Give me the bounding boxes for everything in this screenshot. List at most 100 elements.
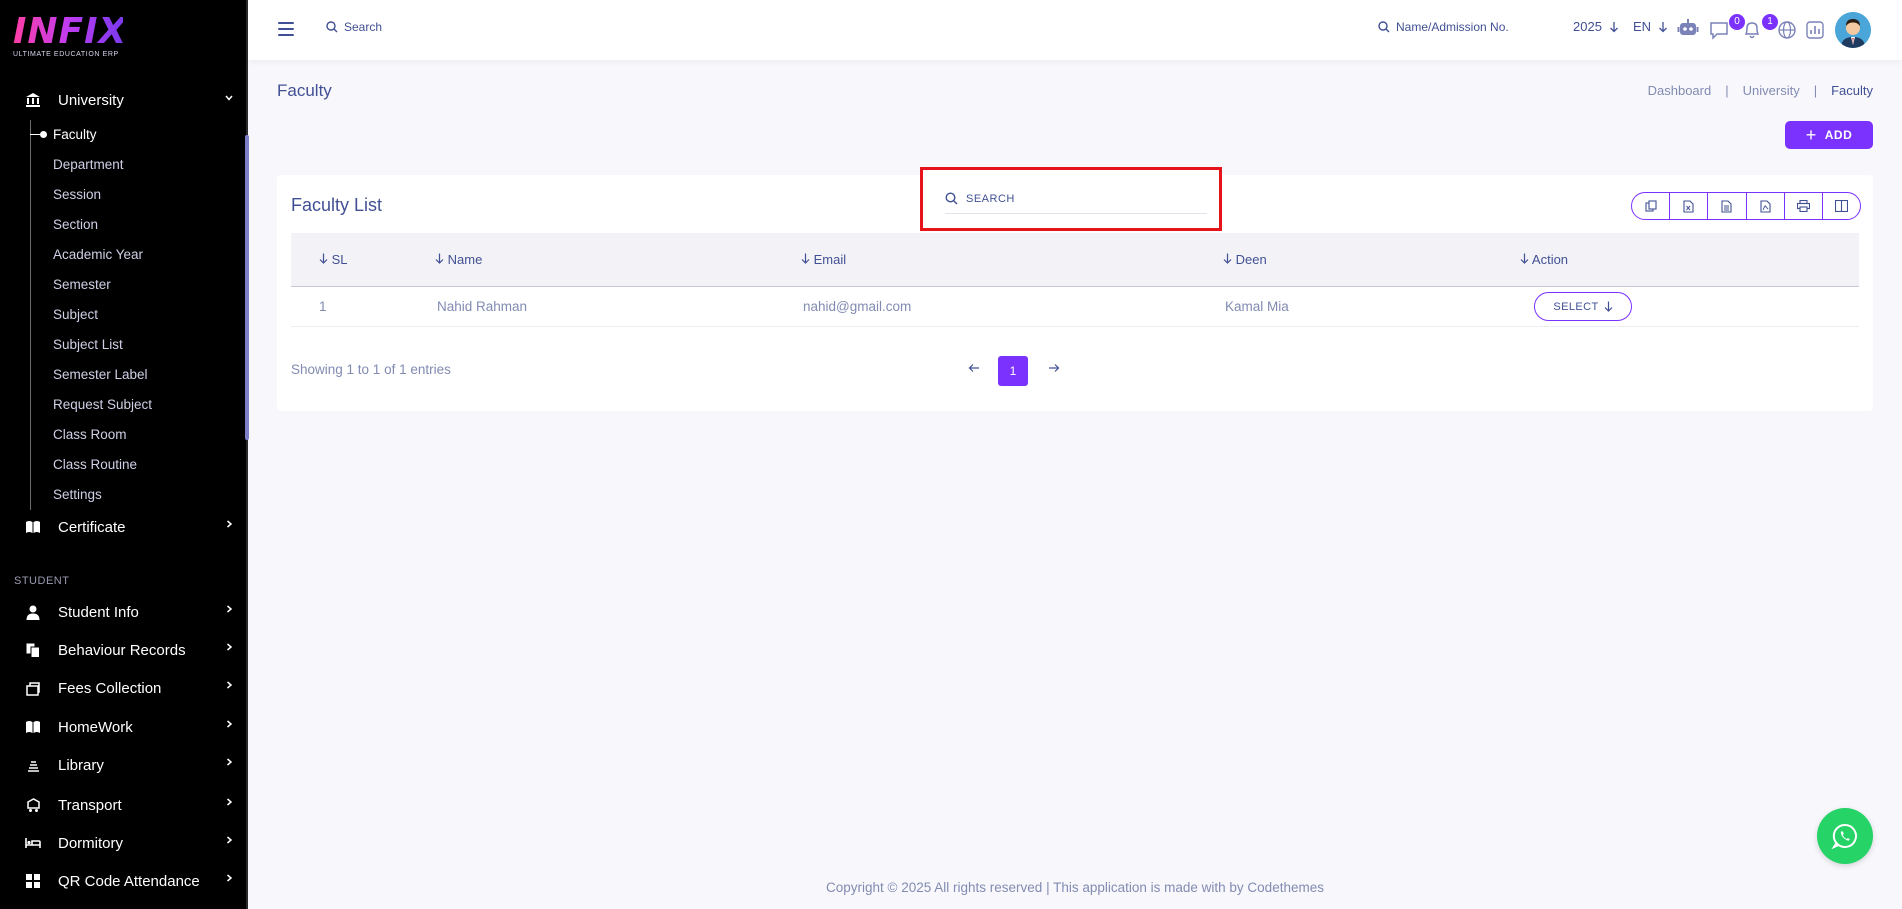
search-icon (326, 21, 338, 33)
book-icon (24, 718, 42, 736)
breadcrumb-university[interactable]: University (1743, 83, 1800, 98)
bed-icon (24, 834, 42, 852)
sidebar-item-student-info[interactable]: Student Info (24, 600, 234, 624)
table-search-input[interactable] (966, 192, 1196, 205)
cell-sl: 1 (319, 299, 327, 314)
admission-search (1378, 20, 1536, 34)
add-button[interactable]: + ADD (1785, 121, 1873, 149)
sidebar-item-label: Behaviour Records (58, 641, 186, 659)
chart-icon[interactable] (1806, 21, 1824, 39)
column-visibility-button[interactable] (1823, 193, 1860, 219)
column-header-name[interactable]: Name (435, 252, 482, 267)
chevron-right-icon (224, 756, 234, 770)
fees-icon (24, 679, 42, 697)
sidebar-item-university[interactable]: University (24, 88, 234, 112)
row-action-select-button[interactable]: SELECT (1534, 292, 1632, 321)
column-label: Email (813, 252, 847, 267)
sort-arrow-icon (435, 253, 444, 264)
column-label: Action (1531, 252, 1569, 267)
columns-icon (1834, 200, 1848, 212)
arrow-left-icon (968, 364, 979, 372)
print-button[interactable] (1785, 193, 1823, 219)
sidebar-subitem-subject[interactable]: Subject (30, 300, 230, 330)
column-header-deen[interactable]: Deen (1223, 252, 1267, 267)
sidebar-item-label: Transport (58, 796, 122, 814)
cell-email: nahid@gmail.com (803, 299, 912, 314)
sidebar-item-qr-code-attendance[interactable]: QR Code Attendance (24, 869, 234, 893)
table-search (945, 184, 1207, 214)
book-icon (24, 518, 42, 536)
hamburger-menu-icon[interactable] (278, 22, 294, 36)
column-header-sl[interactable]: SL (319, 252, 348, 267)
grid-icon (24, 872, 42, 890)
year-select[interactable]: 2025 (1573, 19, 1619, 34)
entries-info: Showing 1 to 1 of 1 entries (291, 362, 451, 377)
sort-arrow-icon (801, 253, 810, 264)
sort-arrow-icon (1520, 253, 1529, 264)
language-select[interactable]: EN (1633, 19, 1668, 34)
arrow-down-icon (1659, 21, 1668, 32)
sort-arrow-icon (1223, 253, 1232, 264)
cell-name: Nahid Rahman (437, 299, 528, 314)
sidebar-subitem-department[interactable]: Department (30, 150, 230, 180)
sidebar-item-label: Student Info (58, 603, 139, 621)
card-title: Faculty List (291, 195, 383, 215)
sidebar-subitem-semester[interactable]: Semester (30, 270, 230, 300)
sidebar-item-label: Dormitory (58, 834, 124, 852)
language-value: EN (1633, 19, 1652, 34)
copy-button[interactable] (1632, 193, 1671, 219)
sidebar-item-homework[interactable]: HomeWork (24, 715, 234, 739)
breadcrumb-dashboard[interactable]: Dashboard (1648, 83, 1712, 98)
pagination-prev-button[interactable] (968, 360, 980, 376)
sidebar-item-fees-collection[interactable]: Fees Collection (24, 676, 234, 700)
sidebar-subitem-semester-label[interactable]: Semester Label (30, 360, 230, 390)
top-search (326, 20, 464, 34)
column-header-email[interactable]: Email (801, 252, 846, 267)
sidebar-item-dormitory[interactable]: Dormitory (24, 831, 234, 855)
chevron-right-icon (224, 834, 234, 848)
arrow-right-icon (1049, 364, 1060, 372)
csv-button[interactable] (1708, 193, 1747, 219)
sidebar-item-behaviour-records[interactable]: Behaviour Records (24, 638, 234, 662)
table-header: SL Name Email Deen Action (291, 233, 1859, 287)
add-button-label: ADD (1824, 128, 1853, 142)
whatsapp-button[interactable] (1817, 808, 1873, 864)
copy-icon (1645, 200, 1657, 212)
logo[interactable]: INFIX ULTIMATE EDUCATION ERP (13, 14, 126, 64)
chevron-right-icon (224, 796, 234, 810)
sidebar-item-label: Fees Collection (58, 679, 162, 697)
sidebar-subitem-request-subject[interactable]: Request Subject (30, 390, 230, 420)
sidebar-item-transport[interactable]: Transport (24, 793, 234, 817)
admission-search-input[interactable] (1396, 20, 1536, 34)
sidebar-item-library[interactable]: Library (24, 753, 234, 777)
pagination-page-button[interactable]: 1 (998, 356, 1028, 386)
sidebar-subitem-subject-list[interactable]: Subject List (30, 330, 230, 360)
sidebar-subitem-class-room[interactable]: Class Room (30, 420, 230, 450)
pagination-next-button[interactable] (1048, 360, 1060, 376)
sidebar-subitem-faculty[interactable]: Faculty (30, 120, 230, 150)
arrow-down-icon (1609, 21, 1618, 32)
library-icon (24, 756, 42, 774)
excel-button[interactable] (1670, 193, 1709, 219)
user-icon (24, 603, 42, 621)
avatar[interactable] (1835, 12, 1871, 48)
sidebar-subitem-academic-year[interactable]: Academic Year (30, 240, 230, 270)
search-input[interactable] (344, 20, 464, 34)
bell-icon[interactable] (1743, 20, 1761, 40)
sidebar-scrollbar[interactable] (245, 135, 249, 440)
breadcrumb-separator: | (1725, 83, 1729, 98)
robot-icon[interactable] (1677, 18, 1699, 38)
column-header-action[interactable]: Action (1520, 252, 1568, 267)
sidebar-subitem-section[interactable]: Section (30, 210, 230, 240)
pdf-button[interactable] (1747, 193, 1785, 219)
chevron-right-icon (224, 718, 234, 732)
breadcrumb-separator: | (1813, 83, 1818, 98)
globe-icon[interactable] (1778, 21, 1796, 39)
export-button-group (1631, 192, 1861, 220)
university-submenu: Faculty Department Session Section Acade… (30, 120, 230, 510)
sidebar-subitem-session[interactable]: Session (30, 180, 230, 210)
sidebar-item-certificate[interactable]: Certificate (24, 515, 234, 539)
sidebar-subitem-class-routine[interactable]: Class Routine (30, 450, 230, 480)
sidebar-subitem-settings[interactable]: Settings (30, 480, 230, 510)
chat-icon[interactable] (1709, 20, 1729, 40)
